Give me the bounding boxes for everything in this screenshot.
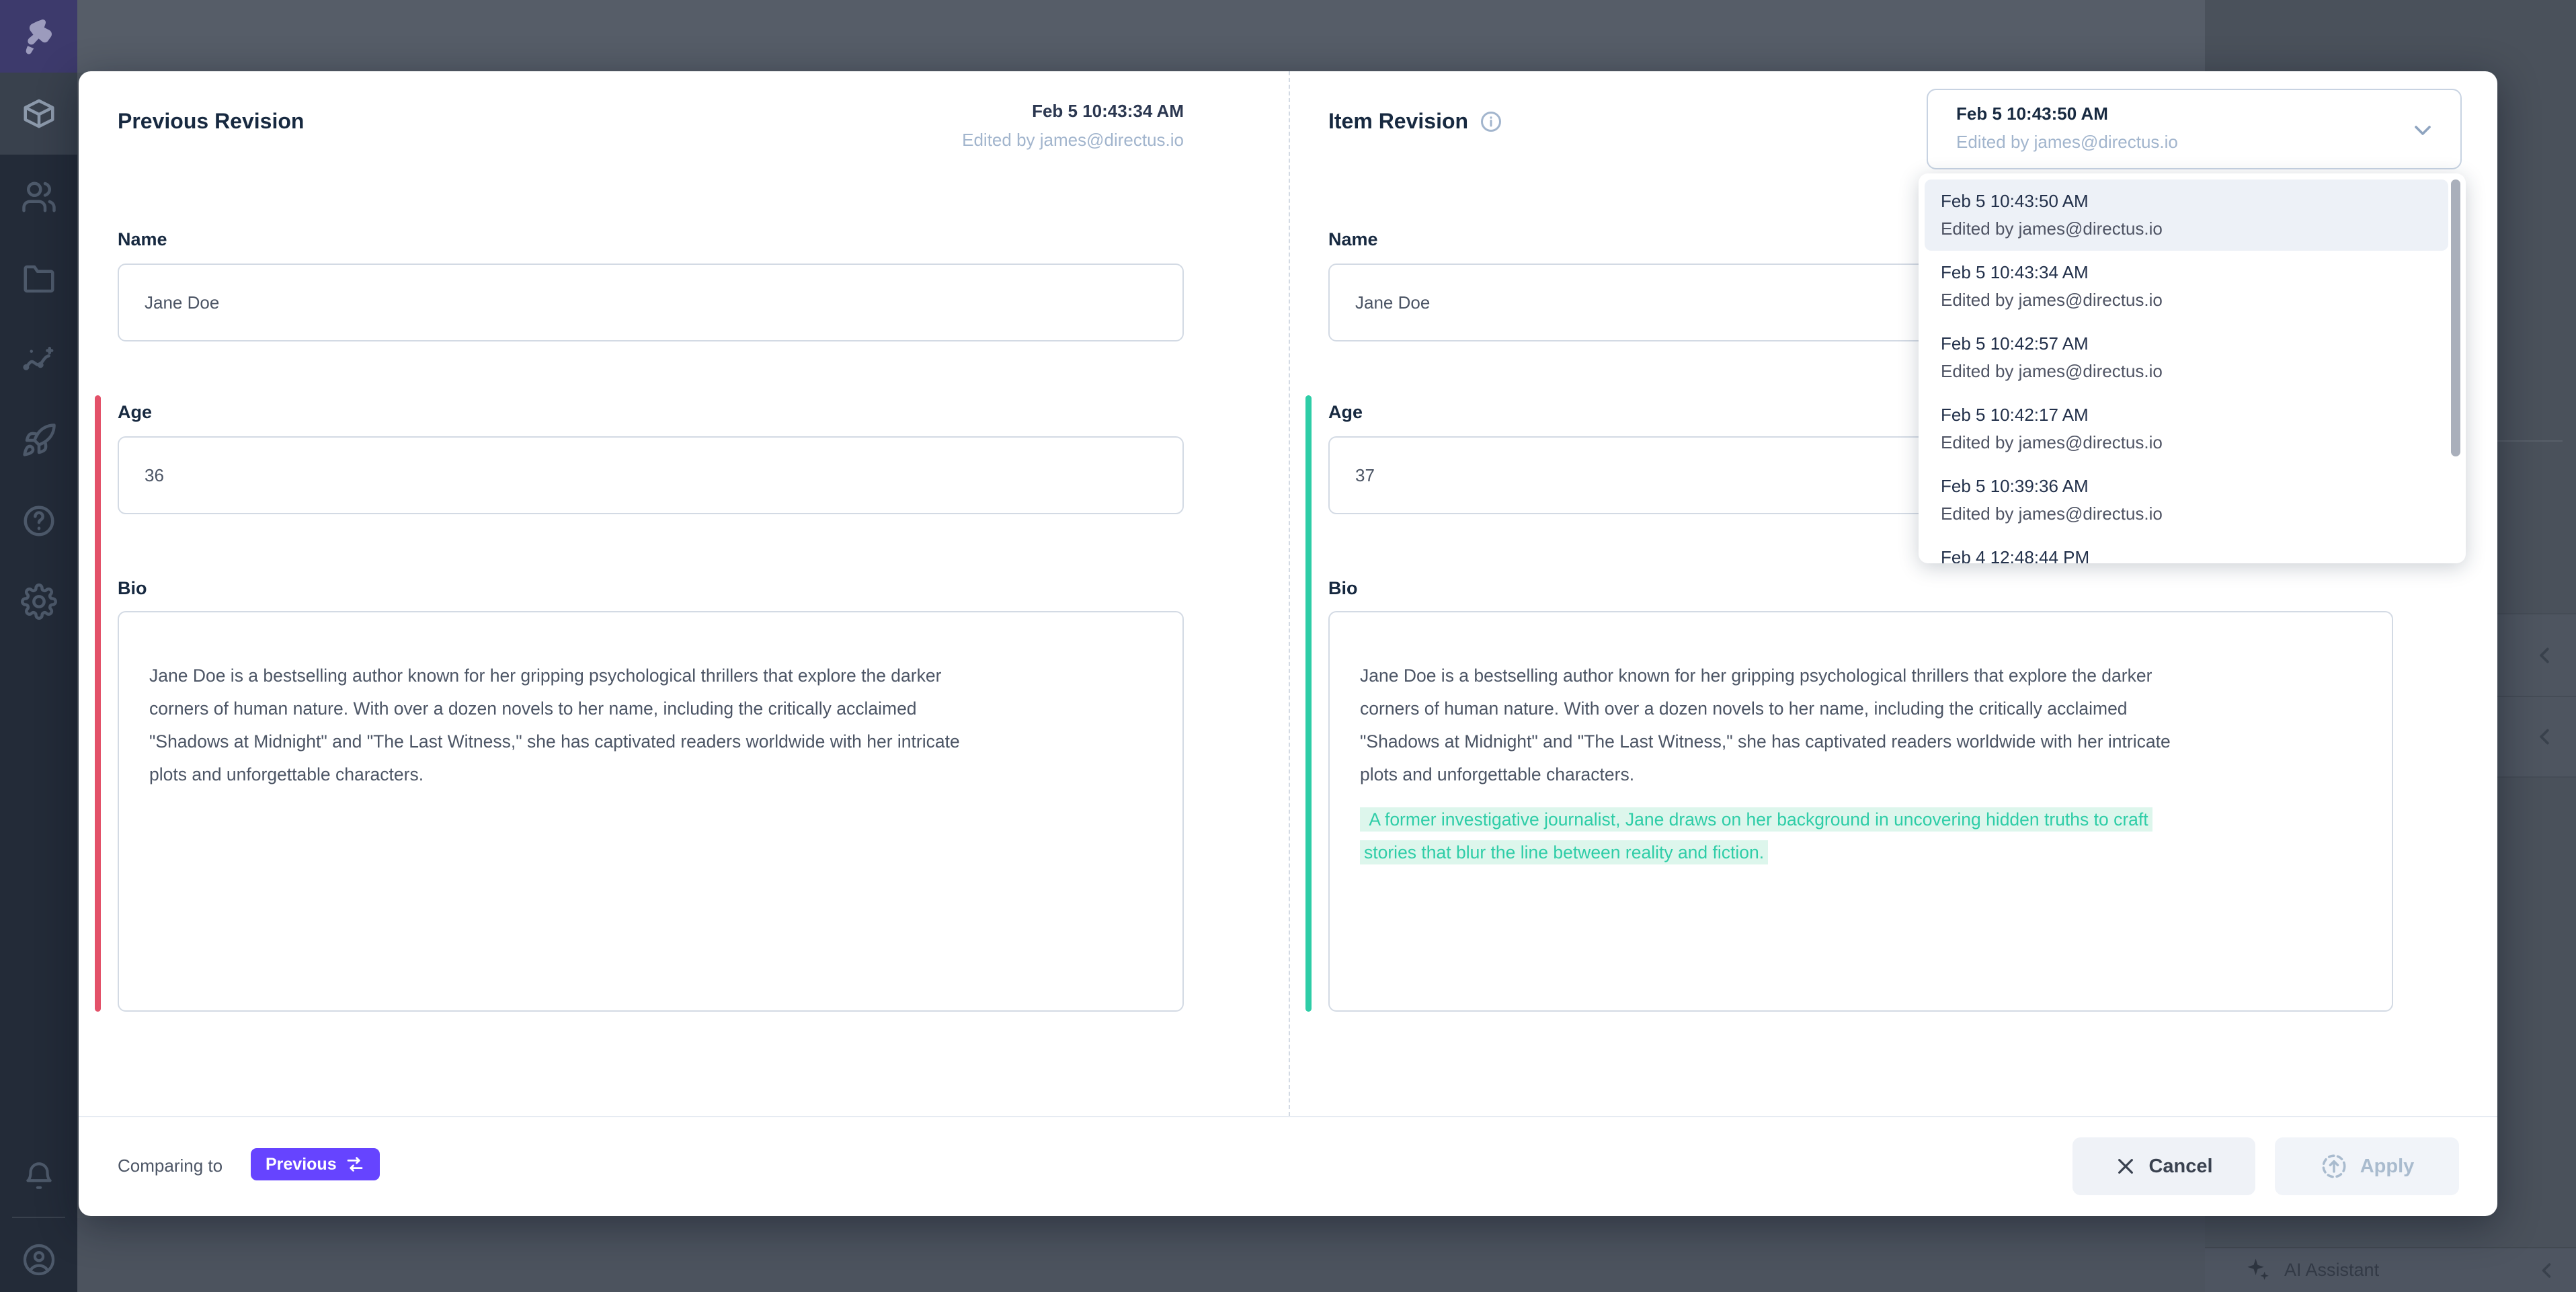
age-value: 36 [145, 465, 164, 486]
cancel-button[interactable]: Cancel [2072, 1137, 2255, 1195]
module-bar-divider [12, 1217, 65, 1218]
item-revision-title: Item Revision [1328, 109, 1468, 134]
chevron-down-icon [2409, 117, 2436, 144]
revision-option-time: Feb 4 12:48:44 PM [1941, 547, 2448, 563]
chevron-left-icon [2532, 724, 2557, 750]
revision-option[interactable]: Feb 5 10:39:36 AM Edited by james@direct… [1925, 465, 2448, 536]
chevron-left-icon [2532, 643, 2557, 668]
revision-option[interactable]: Feb 5 10:42:57 AM Edited by james@direct… [1925, 322, 2448, 393]
bio-added-bar [1305, 571, 1312, 1012]
revision-option-sub: Edited by james@directus.io [1941, 290, 2448, 311]
revision-option-sub: Edited by james@directus.io [1941, 361, 2448, 382]
ai-assistant-row[interactable]: AI Assistant [2205, 1247, 2576, 1292]
close-icon [2115, 1156, 2136, 1177]
age-input-previous[interactable]: 36 [118, 436, 1184, 514]
revision-option-time: Feb 5 10:42:57 AM [1941, 333, 2448, 354]
notifications-bell-icon[interactable] [0, 1144, 77, 1209]
apply-label: Apply [2360, 1156, 2415, 1178]
swap-arrows-icon [345, 1154, 365, 1174]
module-help-icon[interactable] [0, 489, 77, 553]
previous-revision-title: Previous Revision [118, 109, 304, 134]
comparing-target-button[interactable]: Previous [251, 1148, 380, 1180]
revision-select[interactable]: Feb 5 10:43:50 AM Edited by james@direct… [1927, 89, 2462, 169]
bio-input-current[interactable]: Jane Doe is a bestselling author known f… [1328, 611, 2393, 1012]
bio-removed-bar [95, 571, 101, 1012]
apply-button[interactable]: Apply [2275, 1137, 2459, 1195]
panel-divider [1289, 71, 1290, 1116]
revision-dropdown-menu: Feb 5 10:43:50 AM Edited by james@direct… [1919, 173, 2466, 563]
module-bar [0, 0, 77, 1292]
name-value: Jane Doe [1355, 292, 1430, 313]
module-files-icon[interactable] [0, 247, 77, 311]
revision-select-value: Feb 5 10:43:50 AM [1956, 104, 2460, 124]
bio-added-text: A former investigative journalist, Jane … [1360, 807, 2152, 864]
revision-option-time: Feb 5 10:42:17 AM [1941, 405, 2448, 426]
previous-revision-timestamp: Feb 5 10:43:34 AM [751, 101, 1184, 122]
bio-value: Jane Doe is a bestselling author known f… [1360, 659, 2351, 791]
bio-value: Jane Doe is a bestselling author known f… [149, 659, 1142, 791]
user-avatar[interactable] [0, 1227, 77, 1292]
age-removed-bar [95, 395, 101, 582]
directus-logo[interactable] [0, 0, 77, 73]
revision-option-time: Feb 5 10:43:34 AM [1941, 262, 2448, 283]
name-value: Jane Doe [145, 292, 219, 313]
module-users-icon[interactable] [0, 165, 77, 229]
comparing-target-label: Previous [266, 1155, 337, 1174]
name-input-previous[interactable]: Jane Doe [118, 264, 1184, 341]
bio-label: Bio [118, 578, 147, 599]
chevron-left-icon[interactable] [2534, 1258, 2559, 1283]
revision-option[interactable]: Feb 5 10:43:50 AM Edited by james@direct… [1925, 179, 2448, 251]
rabbit-icon [18, 15, 60, 57]
top-bar [77, 0, 2205, 73]
cancel-label: Cancel [2148, 1156, 2212, 1178]
bottom-strip [77, 1218, 2205, 1292]
age-value: 37 [1355, 465, 1375, 486]
module-settings-icon[interactable] [0, 569, 77, 634]
dropdown-scrollbar[interactable] [2451, 179, 2460, 456]
name-label: Name [1328, 229, 1378, 250]
name-label: Name [118, 229, 167, 250]
revision-option-sub: Edited by james@directus.io [1941, 218, 2448, 239]
previous-revision-edited-by: Edited by james@directus.io [751, 130, 1184, 151]
age-label: Age [118, 402, 152, 423]
revision-select-sub: Edited by james@directus.io [1956, 132, 2460, 153]
revision-option[interactable]: Feb 5 10:43:34 AM Edited by james@direct… [1925, 251, 2448, 322]
module-rocket-icon[interactable] [0, 408, 77, 473]
footer-separator [79, 1116, 2497, 1117]
age-label: Age [1328, 402, 1363, 423]
comparing-to-label: Comparing to [118, 1116, 223, 1216]
revision-option[interactable]: Feb 4 12:48:44 PM Edited by james@direct… [1925, 536, 2448, 563]
ai-sparkle-icon [2244, 1256, 2272, 1285]
revision-option-sub: Edited by james@directus.io [1941, 432, 2448, 453]
bio-input-previous[interactable]: Jane Doe is a bestselling author known f… [118, 611, 1184, 1012]
revision-option[interactable]: Feb 5 10:42:17 AM Edited by james@direct… [1925, 393, 2448, 465]
revision-option-time: Feb 5 10:43:50 AM [1941, 191, 2448, 212]
apply-upload-icon [2320, 1152, 2348, 1180]
revision-option-sub: Edited by james@directus.io [1941, 503, 2448, 524]
age-added-bar [1305, 395, 1312, 582]
bio-label: Bio [1328, 578, 1358, 599]
ai-assistant-label: AI Assistant [2284, 1260, 2379, 1281]
revision-compare-modal: Previous Revision Feb 5 10:43:34 AM Edit… [79, 71, 2497, 1216]
module-insights-icon[interactable] [0, 327, 77, 392]
info-icon[interactable] [1479, 110, 1503, 134]
revision-option-time: Feb 5 10:39:36 AM [1941, 476, 2448, 497]
module-content-icon[interactable] [0, 81, 77, 146]
